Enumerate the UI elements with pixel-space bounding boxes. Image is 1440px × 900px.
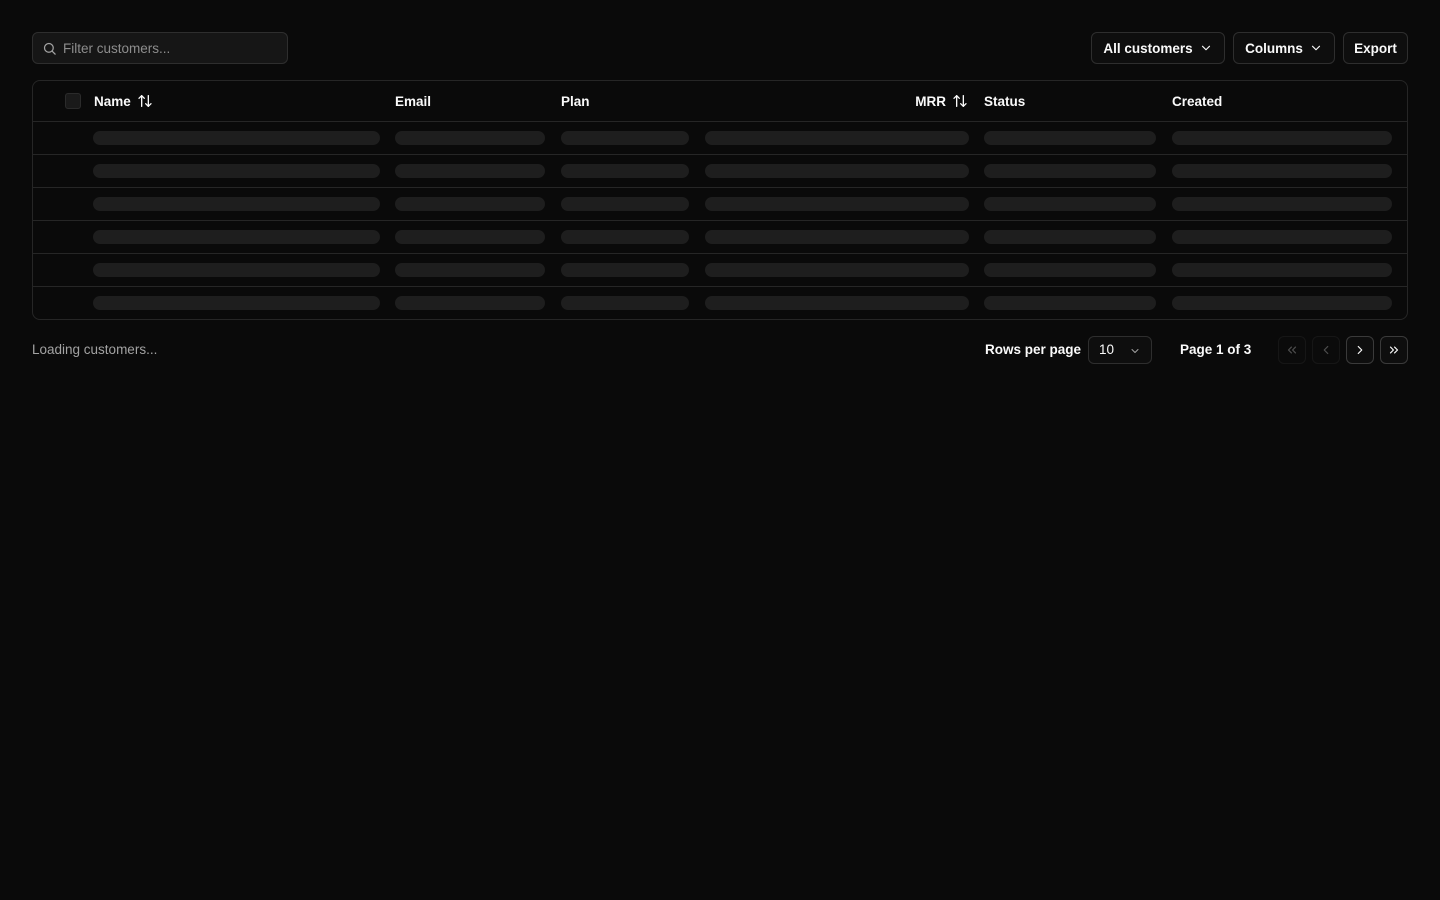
column-header-mrr[interactable]: MRR bbox=[893, 81, 968, 121]
table-row bbox=[33, 221, 1407, 254]
last-page-button[interactable] bbox=[1380, 336, 1408, 364]
rows-per-page-label: Rows per page bbox=[985, 342, 1082, 357]
skeleton-cell bbox=[705, 164, 969, 178]
search-icon bbox=[43, 42, 56, 55]
skeleton-cell bbox=[93, 296, 380, 310]
column-header-created: Created bbox=[1172, 81, 1222, 121]
chevron-left-icon bbox=[1323, 345, 1329, 355]
column-header-name[interactable]: Name bbox=[94, 81, 153, 121]
export-button[interactable]: Export bbox=[1343, 32, 1408, 64]
skeleton-cell bbox=[93, 230, 380, 244]
skeleton-cell bbox=[561, 296, 689, 310]
skeleton-cell bbox=[561, 263, 689, 277]
skeleton-cell bbox=[1172, 230, 1392, 244]
skeleton-cell bbox=[395, 296, 545, 310]
skeleton-cell bbox=[705, 131, 969, 145]
column-header-label: MRR bbox=[915, 93, 946, 109]
chevron-right-icon bbox=[1357, 345, 1363, 355]
rows-per-page-value: 10 bbox=[1099, 342, 1115, 357]
skeleton-cell bbox=[705, 263, 969, 277]
sort-arrows-icon bbox=[138, 95, 152, 107]
skeleton-cell bbox=[395, 164, 545, 178]
page-info: Page 1 of 3 bbox=[1180, 342, 1252, 357]
chevron-down-icon bbox=[1131, 349, 1139, 353]
customer-filter-dropdown[interactable]: All customers bbox=[1091, 32, 1225, 64]
skeleton-cell bbox=[561, 197, 689, 211]
sort-arrows-icon bbox=[953, 95, 967, 107]
column-header-label: Created bbox=[1172, 93, 1223, 109]
table-row bbox=[33, 287, 1407, 319]
chevrons-left-icon bbox=[1287, 346, 1297, 354]
skeleton-cell bbox=[705, 230, 969, 244]
skeleton-cell bbox=[395, 131, 545, 145]
skeleton-cell bbox=[1172, 263, 1392, 277]
columns-dropdown[interactable]: Columns bbox=[1233, 32, 1335, 64]
table-header: Name Email Plan MRR Status Created bbox=[33, 81, 1407, 122]
columns-label: Columns bbox=[1245, 40, 1303, 56]
column-header-label: Name bbox=[94, 93, 131, 109]
column-header-plan: Plan bbox=[561, 81, 590, 121]
loading-status-text: Loading customers... bbox=[32, 342, 158, 357]
toolbar: All customers Columns Export bbox=[32, 32, 1408, 64]
select-all-checkbox[interactable] bbox=[65, 93, 81, 109]
skeleton-cell bbox=[984, 197, 1156, 211]
chevron-down-icon bbox=[1201, 45, 1210, 51]
skeleton-cell bbox=[561, 131, 689, 145]
skeleton-cell bbox=[984, 131, 1156, 145]
skeleton-cell bbox=[984, 263, 1156, 277]
skeleton-cell bbox=[705, 296, 969, 310]
skeleton-cell bbox=[93, 131, 380, 145]
next-page-button[interactable] bbox=[1346, 336, 1374, 364]
chevron-down-icon bbox=[1311, 45, 1320, 51]
skeleton-cell bbox=[705, 197, 969, 211]
skeleton-cell bbox=[93, 164, 380, 178]
table-row bbox=[33, 188, 1407, 221]
skeleton-cell bbox=[93, 263, 380, 277]
column-header-label: Status bbox=[984, 93, 1026, 109]
skeleton-cell bbox=[984, 164, 1156, 178]
column-header-label: Email bbox=[395, 93, 432, 109]
table-row bbox=[33, 122, 1407, 155]
skeleton-cell bbox=[1172, 197, 1392, 211]
table-row bbox=[33, 155, 1407, 188]
skeleton-cell bbox=[1172, 296, 1392, 310]
export-label: Export bbox=[1354, 40, 1397, 56]
skeleton-cell bbox=[984, 230, 1156, 244]
chevrons-right-icon bbox=[1389, 346, 1399, 354]
skeleton-cell bbox=[1172, 131, 1392, 145]
previous-page-button[interactable] bbox=[1312, 336, 1340, 364]
customers-table: Name Email Plan MRR Status Created bbox=[32, 80, 1408, 320]
skeleton-cell bbox=[984, 296, 1156, 310]
column-header-label: Plan bbox=[561, 93, 590, 109]
first-page-button[interactable] bbox=[1278, 336, 1306, 364]
skeleton-cell bbox=[561, 230, 689, 244]
search-box[interactable] bbox=[32, 32, 288, 64]
skeleton-cell bbox=[93, 197, 380, 211]
column-header-email: Email bbox=[395, 81, 431, 121]
skeleton-cell bbox=[395, 263, 545, 277]
skeleton-cell bbox=[395, 230, 545, 244]
column-header-status: Status bbox=[984, 81, 1025, 121]
skeleton-cell bbox=[395, 197, 545, 211]
table-row bbox=[33, 254, 1407, 287]
customer-filter-label: All customers bbox=[1103, 40, 1193, 56]
skeleton-cell bbox=[561, 164, 689, 178]
rows-per-page-select[interactable]: 10 bbox=[1088, 336, 1152, 364]
search-input[interactable] bbox=[63, 33, 283, 63]
skeleton-cell bbox=[1172, 164, 1392, 178]
